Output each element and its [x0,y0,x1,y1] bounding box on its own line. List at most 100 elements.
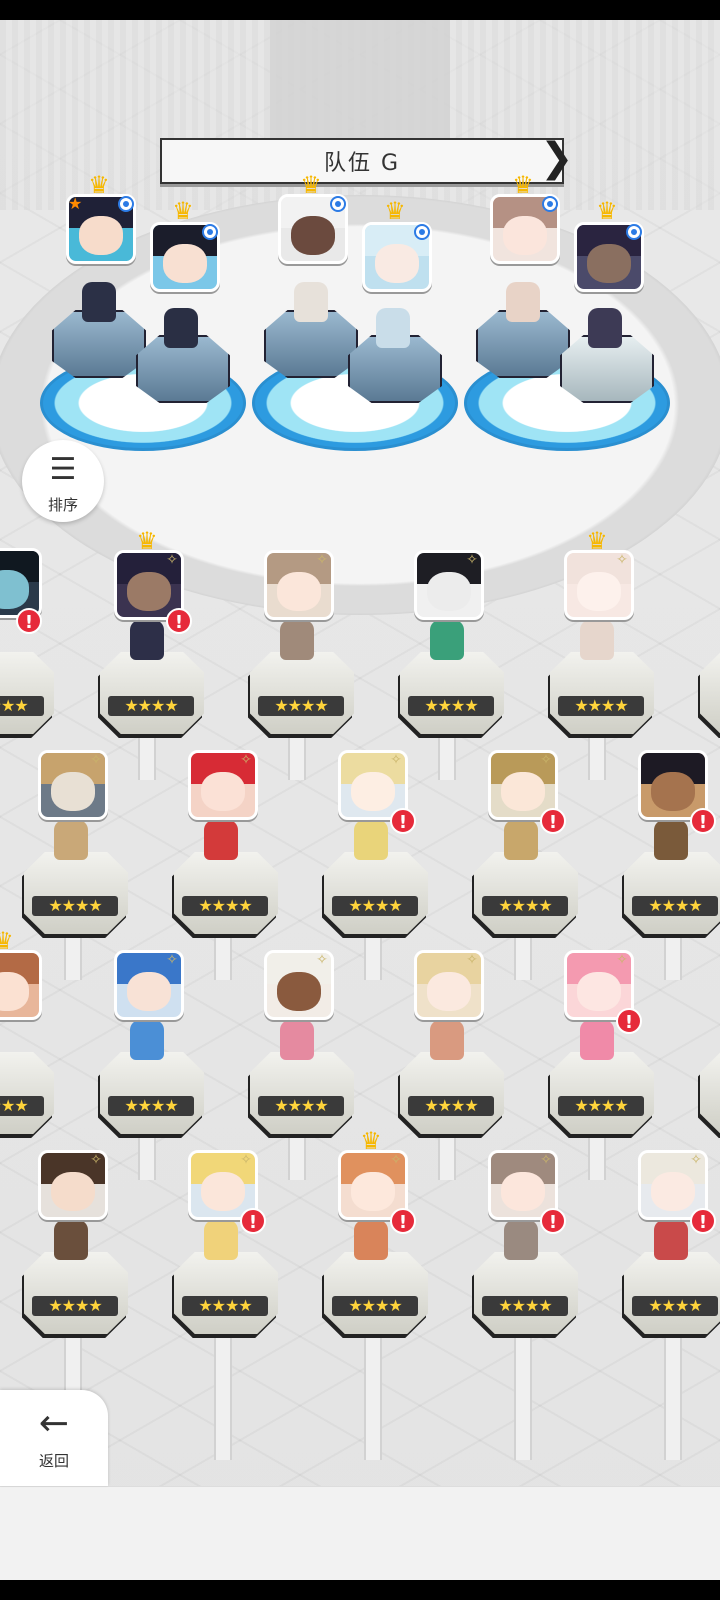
hero-sprite[interactable] [504,1220,538,1260]
sparkle-icon: ✧ [316,552,328,568]
crown-icon: ♛ [136,527,158,555]
sparkle-icon: ✧ [90,752,102,768]
sparkle-icon: ✧ [690,1152,702,1168]
sparkle-icon: ✧ [240,752,252,768]
hero-stand [624,1252,720,1334]
team-member-sprite[interactable] [588,308,622,348]
sort-button[interactable]: ☰ 排序 [22,440,104,522]
star-rating: ★★★★ [0,696,44,716]
star-rating: ★★★★ [558,1096,644,1116]
hero-sprite[interactable] [580,1020,614,1060]
hero-sprite[interactable] [204,1220,238,1260]
sparkle-icon: ✧ [390,1152,402,1168]
team-member-sprite[interactable] [82,282,116,322]
star-rating: ★★★★ [182,896,268,916]
leader-star-icon: ★ [68,194,83,213]
alert-badge-icon: ! [390,1208,416,1234]
star-rating: ★★★★ [0,1096,44,1116]
back-button[interactable]: ← 返回 [0,1390,108,1486]
hero-stand [100,1052,204,1134]
sparkle-icon: ✧ [166,552,178,568]
hero-sprite[interactable] [504,820,538,860]
hero-portrait[interactable] [0,548,42,618]
sparkle-icon: ✧ [90,1152,102,1168]
hero-stand [324,1252,428,1334]
team-title-bar: 队伍 G [160,138,564,184]
crown-icon: ♛ [384,197,406,225]
alert-badge-icon: ! [690,808,716,834]
hero-sprite[interactable] [654,1220,688,1260]
sparkle-icon: ✧ [616,552,628,568]
selected-badge-icon [626,224,642,240]
star-rating: ★★★★ [108,1096,194,1116]
hero-stand [24,852,128,934]
star-rating: ★★★★ [332,1296,418,1316]
hero-portrait[interactable] [0,950,42,1020]
game-screen: ❮ 队伍 G ❯ ♛ ★ ♛ ♛ ♛ ♛ ♛ [0,20,720,1580]
crown-icon: ♛ [0,927,14,955]
star-rating: ★★★★ [558,696,644,716]
star-rating: ★★★★ [408,696,494,716]
sparkle-icon: ✧ [616,952,628,968]
hero-sprite[interactable] [130,1020,164,1060]
team-member-sprite[interactable] [164,308,198,348]
alert-badge-icon: ! [616,1008,642,1034]
alert-badge-icon: ! [166,608,192,634]
star-rating: ★★★★ [332,896,418,916]
sparkle-icon: ✧ [466,552,478,568]
back-button-label: 返回 [38,1452,69,1470]
hero-stand [24,1252,128,1334]
hero-sprite[interactable] [354,820,388,860]
team-member-sprite[interactable] [376,308,410,348]
hero-stand [100,652,204,734]
sparkle-icon: ✧ [390,752,402,768]
alert-badge-icon: ! [16,608,42,634]
hero-stand [400,1052,504,1134]
hero-sprite[interactable] [280,1020,314,1060]
hero-sprite[interactable] [354,1220,388,1260]
selected-badge-icon [414,224,430,240]
sparkle-icon: ✧ [316,952,328,968]
star-rating: ★★★★ [482,896,568,916]
selected-badge-icon [542,196,558,212]
hero-sprite[interactable] [54,1220,88,1260]
hero-stand [624,852,720,934]
hero-stand [174,852,278,934]
team-member-sprite[interactable] [506,282,540,322]
star-rating: ★★★★ [632,896,718,916]
crown-icon: ♛ [360,1127,382,1155]
back-arrow-icon: ← [38,1403,70,1444]
alert-badge-icon: ! [240,1208,266,1234]
alert-badge-icon: ! [690,1208,716,1234]
hero-sprite[interactable] [654,820,688,860]
hero-sprite[interactable] [204,820,238,860]
hero-sprite[interactable] [580,620,614,660]
hero-stand [474,852,578,934]
crown-icon: ♛ [88,171,110,199]
star-rating: ★★★★ [32,1296,118,1316]
selected-badge-icon [118,196,134,212]
hero-sprite[interactable] [280,620,314,660]
next-team-arrow-icon[interactable]: ❯ [540,138,574,184]
hero-stand [324,852,428,934]
crown-icon: ♛ [300,171,322,199]
hero-sprite[interactable] [430,1020,464,1060]
crown-icon: ♛ [586,527,608,555]
sort-button-label: 排序 [47,496,78,514]
hero-sprite[interactable] [130,620,164,660]
sparkle-icon: ✧ [166,952,178,968]
crown-icon: ♛ [172,197,194,225]
crown-icon: ♛ [512,171,534,199]
hero-stand [550,1052,654,1134]
sparkle-icon: ✧ [540,1152,552,1168]
hero-sprite[interactable] [430,620,464,660]
star-rating: ★★★★ [108,696,194,716]
sparkle-icon: ✧ [466,952,478,968]
sparkle-icon: ✧ [240,1152,252,1168]
crown-icon: ♛ [596,197,618,225]
star-rating: ★★★★ [482,1296,568,1316]
star-rating: ★★★★ [258,696,344,716]
hero-sprite[interactable] [54,820,88,860]
team-member-sprite[interactable] [294,282,328,322]
team-title: 队伍 G [323,151,401,176]
